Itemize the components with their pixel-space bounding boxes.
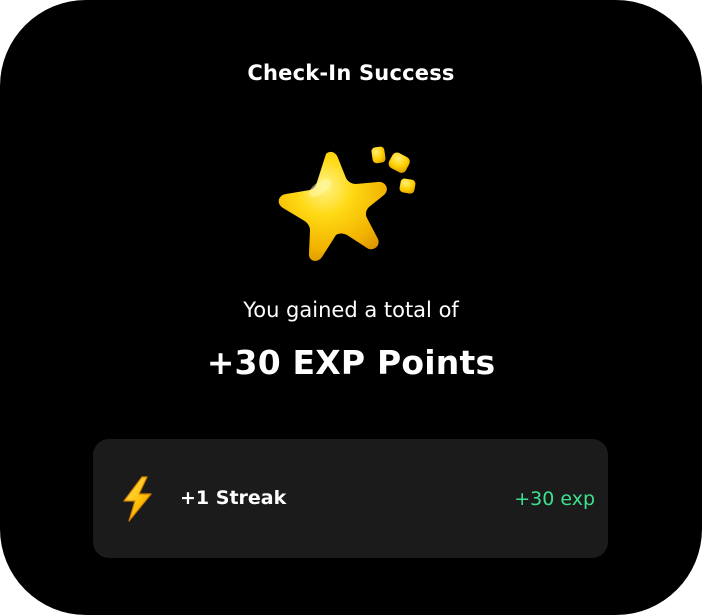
lightning-bolt-icon: [118, 476, 156, 522]
streak-card: +1 Streak +30 exp: [93, 439, 608, 558]
dialog-title: Check-In Success: [247, 61, 455, 85]
streak-label: +1 Streak: [180, 487, 287, 509]
gain-subtitle: You gained a total of: [243, 298, 459, 322]
star-icon: [272, 140, 424, 270]
streak-exp-reward: +30 exp: [514, 488, 595, 510]
check-in-success-dialog: Check-In Success You gained a total of +…: [0, 0, 702, 615]
exp-points-total: +30 EXP Points: [206, 343, 496, 382]
